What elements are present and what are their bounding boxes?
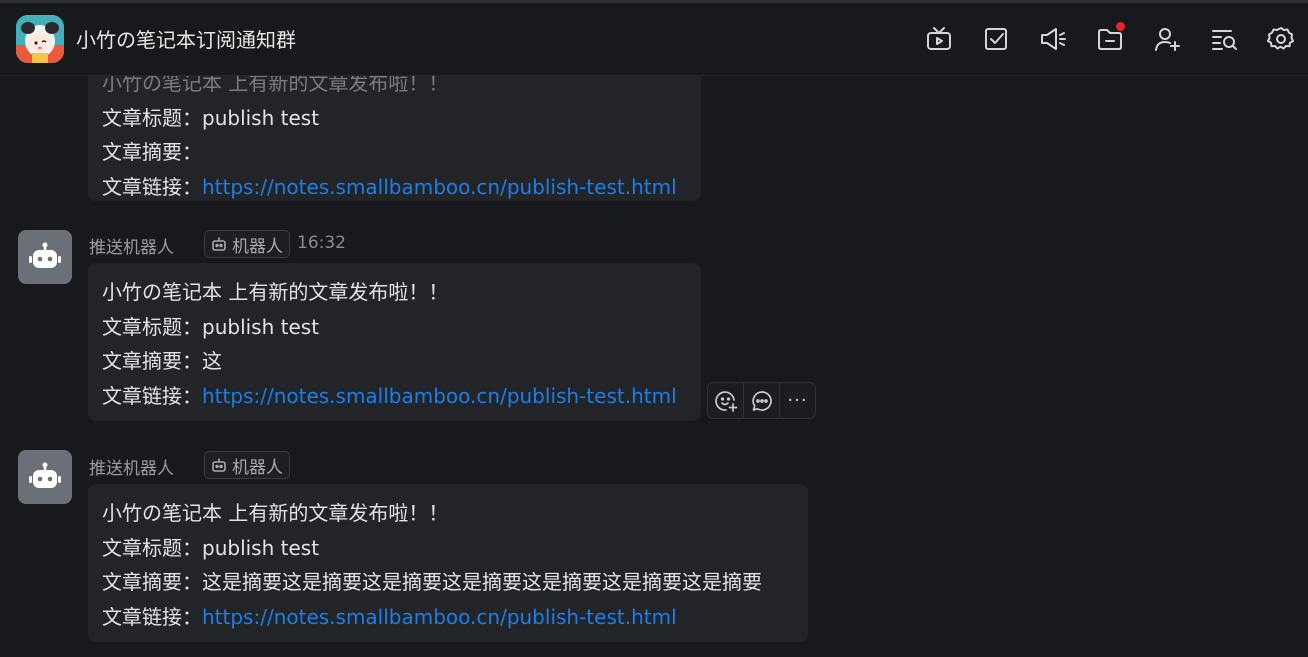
message-text-line: 文章链接：https://notes.smallbamboo.cn/publis… — [102, 383, 677, 408]
announcement-icon[interactable] — [1038, 24, 1068, 54]
robot-icon — [29, 242, 61, 268]
notification-dot — [1116, 22, 1125, 31]
message-text-line: 文章链接：https://notes.smallbamboo.cn/publis… — [102, 174, 677, 199]
add-member-icon[interactable] — [1152, 24, 1182, 54]
article-link[interactable]: https://notes.smallbamboo.cn/publish-tes… — [202, 175, 677, 199]
message-text-line: 文章标题：publish test — [102, 105, 320, 130]
tv-icon[interactable] — [924, 24, 954, 54]
settings-icon[interactable] — [1266, 24, 1296, 54]
search-history-icon[interactable] — [1209, 24, 1239, 54]
article-link[interactable]: https://notes.smallbamboo.cn/publish-tes… — [202, 605, 677, 629]
message-text-line: 文章标题：publish test — [102, 314, 320, 339]
small-robot-icon — [212, 458, 226, 472]
sender-name[interactable]: 推送机器人 — [89, 454, 174, 479]
checkbox-icon[interactable] — [981, 24, 1011, 54]
add-reaction-button[interactable] — [708, 383, 744, 418]
bot-avatar[interactable] — [18, 450, 72, 504]
message-bubble[interactable]: 小竹の笔记本 上有新的文章发布啦！！ 文章标题：publish test 文章摘… — [88, 76, 701, 201]
comment-icon — [751, 390, 772, 411]
sender-name[interactable]: 推送机器人 — [89, 233, 174, 258]
group-avatar[interactable] — [16, 15, 64, 63]
reply-button[interactable] — [744, 383, 780, 418]
message-text-line: 小竹の笔记本 上有新的文章发布啦！！ — [102, 76, 449, 95]
message-bubble[interactable]: 小竹の笔记本 上有新的文章发布啦！！ 文章标题：publish test 文章摘… — [88, 263, 701, 421]
emoji-add-icon — [714, 390, 737, 412]
message-text-line: 文章摘要：这是摘要这是摘要这是摘要这是摘要这是摘要这是摘要这是摘要 — [102, 570, 762, 594]
more-icon: ··· — [787, 389, 808, 411]
message-text-line: 文章链接：https://notes.smallbamboo.cn/publis… — [102, 604, 677, 629]
bot-tag-label: 机器人 — [232, 457, 283, 478]
message-text-line: 文章摘要： — [102, 140, 202, 164]
group-title: 小竹の笔记本订阅通知群 — [76, 28, 296, 52]
message-time: 16:32 — [297, 233, 346, 253]
message-hover-actions: ··· — [707, 382, 816, 419]
message-text-line: 文章摘要：这 — [102, 349, 222, 373]
chat-header: 小竹の笔记本订阅通知群 — [0, 3, 1308, 76]
bot-tag: 机器人 — [204, 230, 290, 258]
more-options-button[interactable]: ··· — [780, 383, 815, 418]
group-files-folder-icon[interactable] — [1095, 22, 1125, 54]
small-robot-icon — [212, 237, 226, 251]
anime-character-avatar-icon — [16, 15, 64, 63]
message-list[interactable]: 小竹の笔记本 上有新的文章发布啦！！ 文章标题：publish test 文章摘… — [0, 76, 1308, 657]
bot-tag-label: 机器人 — [232, 236, 283, 257]
robot-icon — [29, 462, 61, 488]
message-text-line: 小竹の笔记本 上有新的文章发布啦！！ — [102, 280, 449, 304]
message-text-line: 文章标题：publish test — [102, 535, 320, 560]
message-text-line: 小竹の笔记本 上有新的文章发布啦！！ — [102, 501, 449, 525]
bot-tag: 机器人 — [204, 451, 290, 479]
message-bubble[interactable]: 小竹の笔记本 上有新的文章发布啦！！ 文章标题：publish test 文章摘… — [88, 484, 808, 642]
article-link[interactable]: https://notes.smallbamboo.cn/publish-tes… — [202, 384, 677, 408]
bot-avatar[interactable] — [18, 230, 72, 284]
